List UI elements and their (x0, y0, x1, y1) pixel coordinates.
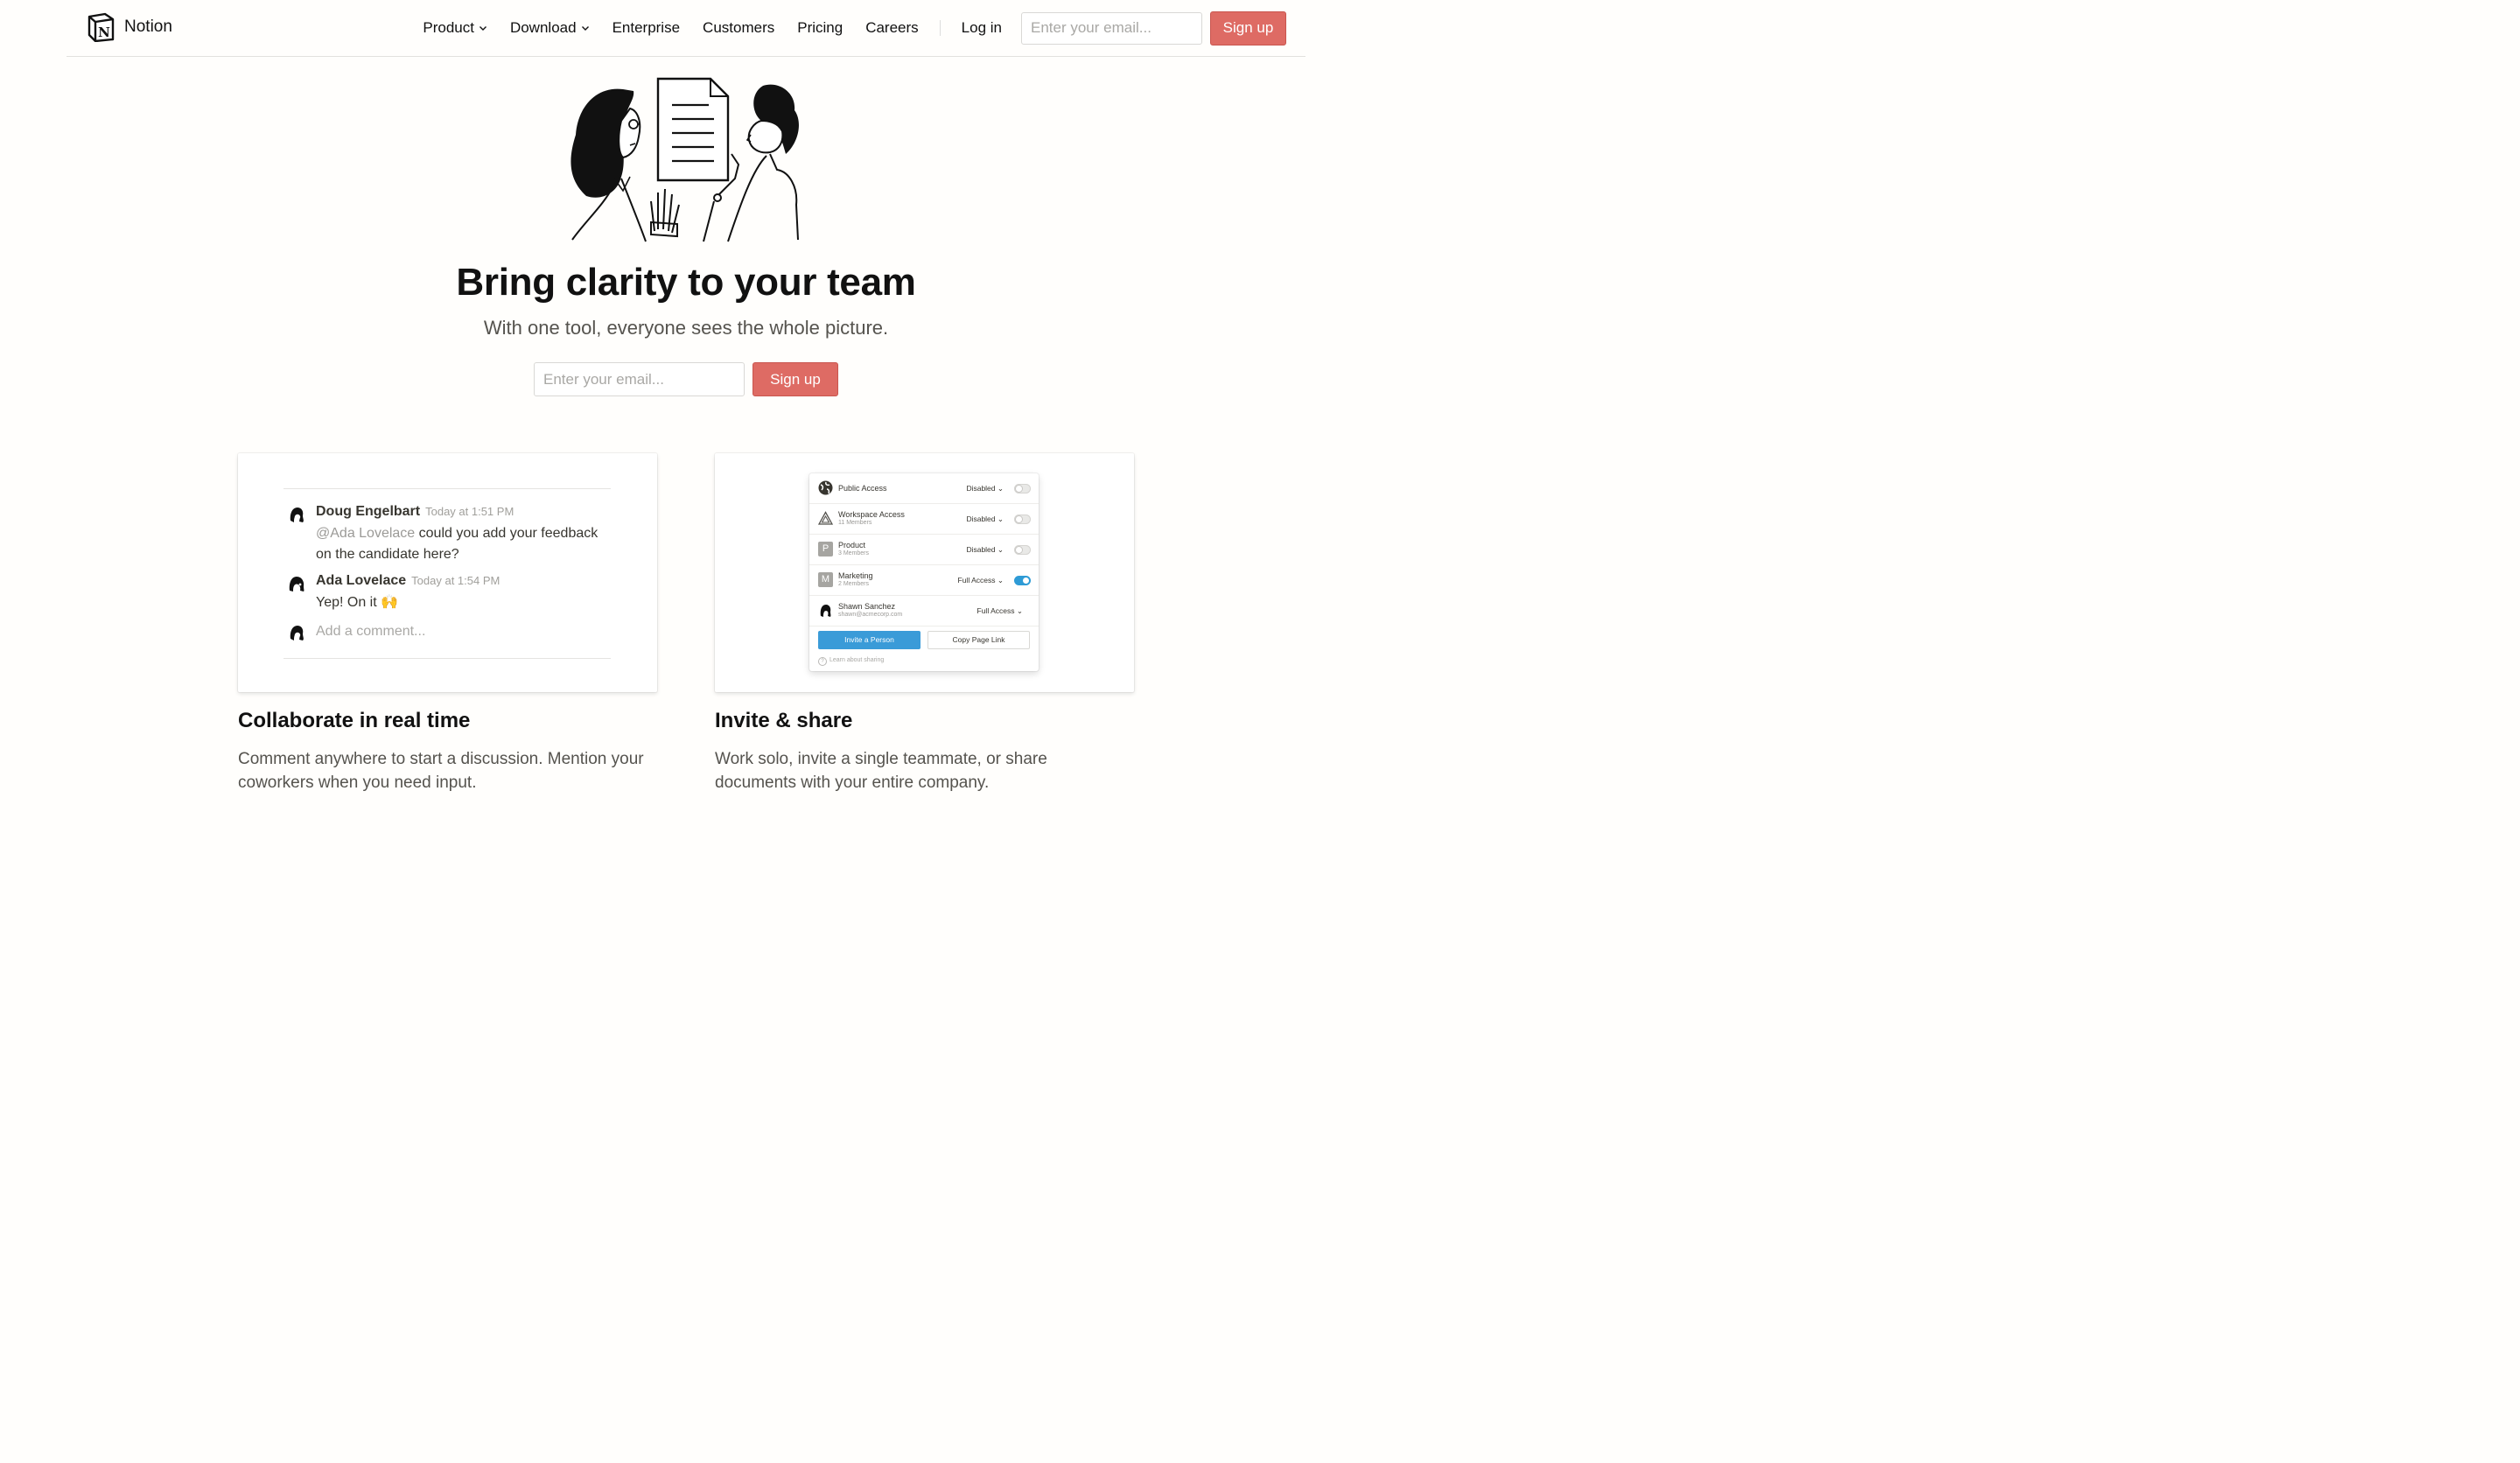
comment-author: Doug Engelbart Today at 1:51 PM (316, 504, 514, 520)
nav-customers[interactable]: Customers (703, 19, 774, 37)
group-letter-icon: P (818, 542, 833, 556)
comment-body: Yep! On it 🙌 (316, 595, 399, 610)
chevron-down-icon (479, 26, 486, 31)
invite-person-button[interactable]: Invite a Person (818, 631, 920, 649)
share-row-person: Shawn Sanchez shawn@acmecorp.com Full Ac… (809, 596, 1039, 626)
share-row-name: Public Access (838, 484, 887, 493)
share-row-meta: 2 Members (838, 581, 870, 587)
copy-link-button[interactable]: Copy Page Link (928, 631, 1030, 649)
person-avatar-icon (820, 605, 831, 617)
svg-text:N: N (98, 24, 110, 40)
comment-author: Ada Lovelace Today at 1:54 PM (316, 573, 500, 589)
feature-title: Collaborate in real time (238, 709, 471, 732)
workspace-icon (818, 511, 833, 525)
feature-description: Comment anywhere to start a discussion. … (238, 750, 644, 792)
hero-subtitle: With one tool, everyone sees the whole p… (483, 317, 889, 339)
share-row-public: Public Access Disabled ⌄ (809, 473, 1039, 504)
access-toggle[interactable] (1014, 576, 1031, 585)
access-dropdown[interactable]: Disabled ⌄ (966, 484, 1004, 494)
brand[interactable]: N Notion (86, 12, 172, 42)
share-panel: Public Access Disabled ⌄ Workspace Acces… (809, 473, 1039, 671)
access-dropdown[interactable]: Disabled ⌄ (966, 545, 1004, 555)
mention-link[interactable]: @Ada Lovelace (316, 526, 415, 541)
share-row-meta: shawn@acmecorp.com (838, 612, 903, 618)
access-level: Disabled (966, 514, 996, 523)
share-row-name: Marketing (838, 571, 873, 580)
access-level: Full Access (976, 606, 1015, 615)
divider (284, 658, 611, 659)
access-toggle[interactable] (1014, 484, 1031, 494)
chevron-down-icon (581, 26, 589, 31)
access-dropdown[interactable]: Disabled ⌄ (966, 514, 1004, 524)
comment-text: @Ada Lovelace could you add your feedbac… (316, 523, 605, 565)
comment-timestamp: Today at 1:54 PM (411, 574, 500, 587)
nav-enterprise[interactable]: Enterprise (612, 19, 680, 37)
learn-sharing-label: Learn about sharing (830, 657, 885, 663)
access-dropdown[interactable]: Full Access ⌄ (958, 576, 1004, 585)
share-row-meta: 3 Members (838, 550, 870, 556)
header-email-input[interactable] (1021, 11, 1202, 45)
share-row-name: Shawn Sanchez (838, 602, 896, 611)
access-level: Disabled (966, 484, 996, 493)
comments-card: Doug Engelbart Today at 1:51 PM @Ada Love… (238, 453, 657, 692)
nav-divider (939, 20, 941, 36)
share-row-marketing: M Marketing 2 Members Full Access ⌄ (809, 565, 1039, 596)
access-level: Disabled (966, 545, 996, 554)
user-avatar-icon (288, 624, 305, 641)
brand-name: Notion (124, 18, 172, 36)
login-link[interactable]: Log in (962, 19, 1002, 37)
nav-download-label: Download (509, 19, 577, 36)
nav-product[interactable]: Product (423, 19, 487, 37)
group-letter-icon: M (818, 572, 833, 587)
main-nav: Product Download Enterprise Customers Pr… (423, 10, 1286, 46)
feature-description: Work solo, invite a single teammate, or … (715, 750, 1047, 792)
user-avatar-icon (288, 575, 305, 592)
hero-email-input[interactable] (534, 362, 745, 396)
globe-icon (818, 480, 833, 495)
feature-title: Invite & share (715, 709, 853, 732)
divider (284, 488, 611, 489)
access-toggle[interactable] (1014, 545, 1031, 555)
hero-signup-button[interactable]: Sign up (752, 362, 838, 396)
nav-pricing[interactable]: Pricing (797, 19, 843, 37)
comment-author-name: Doug Engelbart (316, 504, 421, 519)
share-row-name: Workspace Access (838, 510, 905, 519)
nav-download[interactable]: Download (510, 19, 590, 37)
nav-product-label: Product (423, 19, 474, 36)
learn-sharing-link[interactable]: ? Learn about sharing (818, 657, 884, 666)
site-header: N Notion Product Download Enterprise Cus… (66, 0, 1306, 57)
access-toggle[interactable] (1014, 514, 1031, 524)
help-icon: ? (818, 657, 827, 666)
user-avatar-icon (288, 506, 305, 523)
nav-careers[interactable]: Careers (865, 19, 918, 37)
comment-author-name: Ada Lovelace (316, 573, 407, 588)
access-dropdown[interactable]: Full Access ⌄ (977, 606, 1023, 616)
share-row-product: P Product 3 Members Disabled ⌄ (809, 535, 1039, 565)
hero-title: Bring clarity to your team (456, 261, 916, 304)
access-level: Full Access (957, 576, 996, 584)
share-row-workspace: Workspace Access 11 Members Disabled ⌄ (809, 504, 1039, 535)
share-row-name: Product (838, 541, 866, 550)
add-comment-input[interactable]: Add a comment... (316, 624, 425, 640)
share-card: Public Access Disabled ⌄ Workspace Acces… (715, 453, 1134, 692)
header-signup-button[interactable]: Sign up (1210, 10, 1286, 46)
team-illustration (570, 77, 799, 242)
comment-timestamp: Today at 1:51 PM (425, 505, 514, 518)
notion-logo-icon: N (88, 12, 115, 42)
share-row-meta: 11 Members (838, 520, 872, 526)
